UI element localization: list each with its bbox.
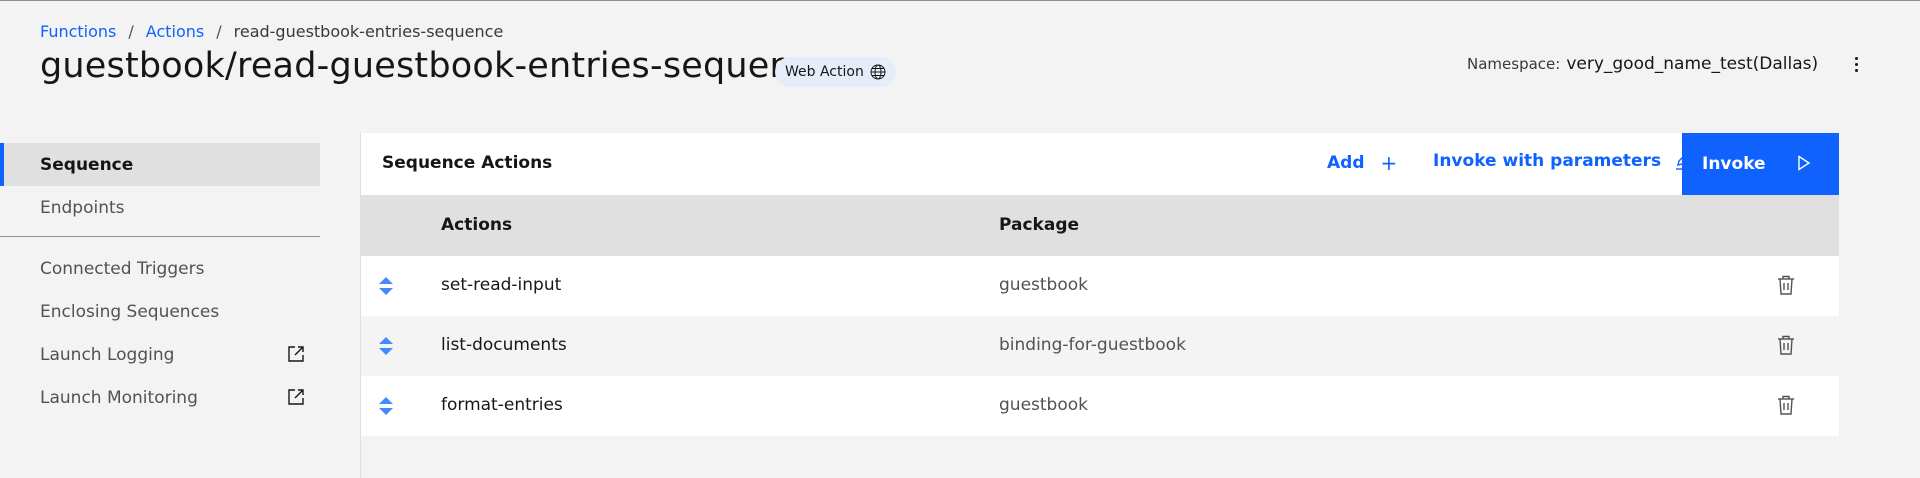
sidebar-item-launch-logging[interactable]: Launch Logging	[0, 333, 320, 376]
namespace-label: Namespace:	[1467, 55, 1561, 73]
launch-icon	[288, 346, 304, 362]
breadcrumb-current: read-guestbook-entries-sequence	[233, 22, 504, 41]
overflow-menu-icon[interactable]	[1846, 50, 1866, 78]
sidebar-item-label: Endpoints	[40, 197, 125, 218]
globe-icon	[870, 64, 886, 80]
sidebar-primary: Sequence Endpoints	[0, 143, 320, 229]
sidebar-item-label: Connected Triggers	[40, 258, 205, 279]
plus-icon: +	[1380, 151, 1398, 175]
action-name-cell: set-read-input	[441, 275, 562, 295]
package-cell: guestbook	[999, 275, 1088, 295]
drag-handle-icon[interactable]	[378, 335, 394, 357]
drag-handle-icon[interactable]	[378, 275, 394, 297]
table-row: format-entries guestbook	[361, 376, 1839, 436]
sidebar-item-sequence[interactable]: Sequence	[0, 143, 320, 186]
breadcrumb-functions-link[interactable]: Functions	[40, 22, 116, 41]
invoke-with-parameters-button[interactable]: Invoke with parameters	[1433, 151, 1693, 171]
sidebar-item-connected-triggers[interactable]: Connected Triggers	[0, 247, 320, 290]
play-icon	[1798, 155, 1811, 171]
breadcrumb-separator: /	[128, 22, 134, 41]
package-cell: guestbook	[999, 395, 1088, 415]
web-action-badge: Web Action	[775, 57, 896, 87]
add-button[interactable]: Add +	[1327, 151, 1397, 175]
invoke-button-label: Invoke	[1702, 154, 1766, 174]
launch-icon	[288, 389, 304, 405]
sidebar-item-label: Launch Logging	[40, 344, 175, 365]
column-header-actions[interactable]: Actions	[441, 215, 512, 235]
sidebar-item-label: Launch Monitoring	[40, 387, 198, 408]
sidebar-item-label: Sequence	[40, 154, 134, 175]
invoke-button[interactable]: Invoke	[1682, 133, 1839, 195]
invoke-with-parameters-label: Invoke with parameters	[1433, 151, 1662, 171]
sidebar-item-launch-monitoring[interactable]: Launch Monitoring	[0, 376, 320, 419]
package-cell: binding-for-guestbook	[999, 335, 1186, 355]
top-divider	[0, 0, 1920, 1]
sidebar-divider	[0, 236, 320, 237]
trash-icon[interactable]	[1775, 394, 1797, 416]
table-header: Actions Package	[361, 195, 1839, 256]
trash-icon[interactable]	[1775, 274, 1797, 296]
table-row: list-documents binding-for-guestbook	[361, 316, 1839, 376]
breadcrumb: Functions / Actions / read-guestbook-ent…	[40, 22, 503, 41]
web-action-badge-label: Web Action	[785, 64, 864, 80]
sequence-actions-panel: Sequence Actions Add + Invoke with param…	[360, 133, 1839, 478]
panel-title: Sequence Actions	[382, 153, 553, 173]
column-header-package[interactable]: Package	[999, 215, 1079, 235]
panel-toolbar: Sequence Actions Add + Invoke with param…	[361, 133, 1839, 195]
table-row: set-read-input guestbook	[361, 256, 1839, 316]
sidebar-item-label: Enclosing Sequences	[40, 301, 220, 322]
action-name-cell: format-entries	[441, 395, 563, 415]
trash-icon[interactable]	[1775, 334, 1797, 356]
breadcrumb-separator: /	[216, 22, 222, 41]
drag-handle-icon[interactable]	[378, 395, 394, 417]
action-name-cell: list-documents	[441, 335, 567, 355]
namespace-value[interactable]: very_good_name_test(Dallas)	[1566, 54, 1818, 74]
namespace-info: Namespace: very_good_name_test(Dallas)	[1467, 54, 1818, 74]
breadcrumb-actions-link[interactable]: Actions	[146, 22, 204, 41]
page-title: guestbook/read-guestbook-entries-sequenc…	[40, 46, 834, 86]
sidebar-secondary: Connected Triggers Enclosing Sequences L…	[0, 247, 320, 419]
add-button-label: Add	[1327, 153, 1365, 173]
sidebar-item-endpoints[interactable]: Endpoints	[0, 186, 320, 229]
sidebar-item-enclosing-sequences[interactable]: Enclosing Sequences	[0, 290, 320, 333]
